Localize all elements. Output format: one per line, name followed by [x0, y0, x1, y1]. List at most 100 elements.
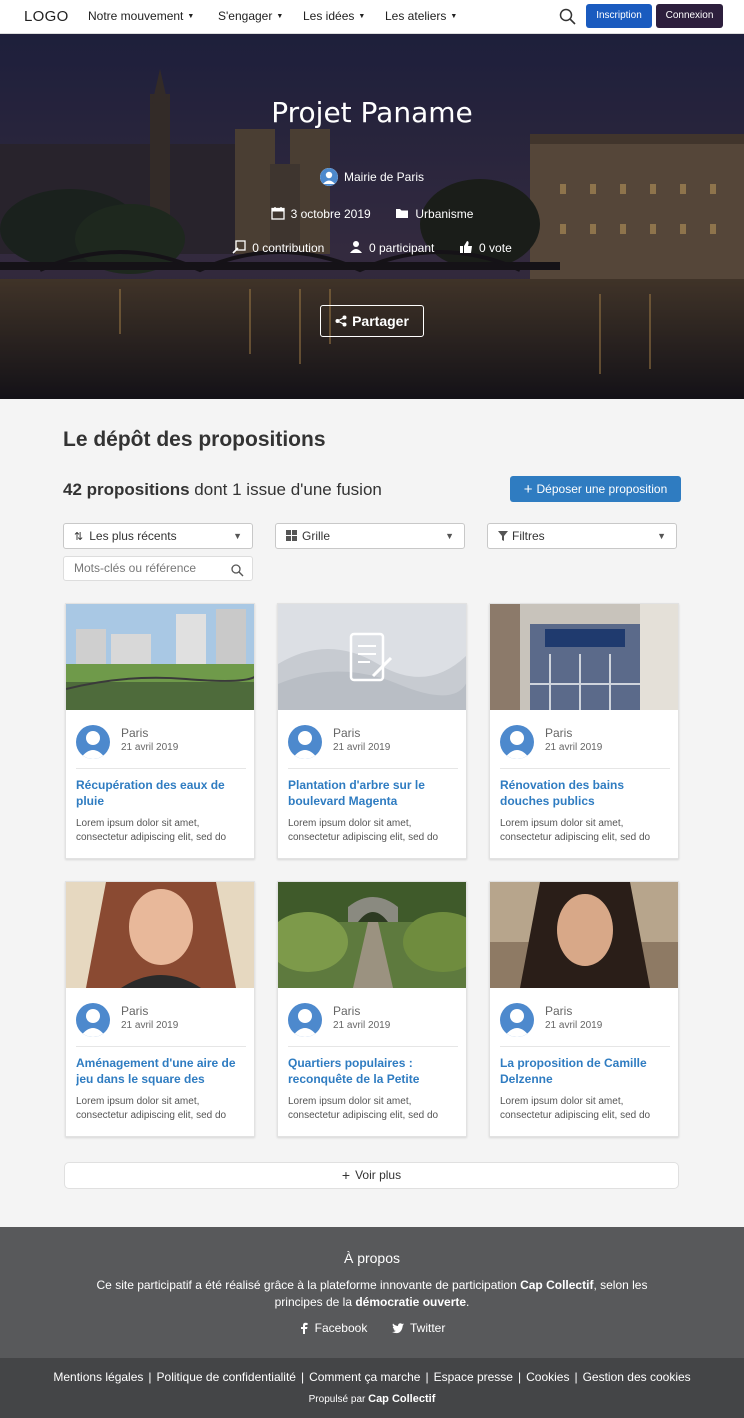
author-avatar[interactable] — [500, 1003, 534, 1037]
cap-collectif-brand-link[interactable]: Cap Collectif — [368, 1393, 435, 1405]
social-links: Facebook Twitter — [0, 1321, 744, 1335]
proposal-date: 21 avril 2019 — [121, 1020, 179, 1031]
sort-icon: ⇅ — [74, 531, 84, 543]
proposal-title[interactable]: Plantation d'arbre sur le boulevard Mage… — [288, 777, 460, 809]
proposal-title[interactable]: Rénovation des bains douches publics — [500, 777, 672, 809]
filter-icon — [498, 525, 508, 541]
footer-title: À propos — [343, 1250, 401, 1266]
proposal-location: Paris — [121, 726, 149, 740]
votes-count: 0 vote — [479, 241, 512, 255]
grid-icon — [286, 525, 297, 541]
author-avatar[interactable] — [288, 1003, 322, 1037]
project-title: Projet Paname — [271, 96, 473, 129]
user-icon — [349, 240, 363, 254]
project-meta: 3 octobre 2019 Urbanisme — [0, 206, 744, 221]
proposal-card[interactable]: Paris 21 avril 2019 Récupération des eau… — [65, 603, 255, 859]
search-input[interactable]: Mots-clés ou référence — [63, 556, 253, 581]
facebook-icon — [299, 1322, 309, 1334]
twitter-icon — [392, 1322, 405, 1334]
nav-item-les-idees[interactable]: Les idées ▼ — [303, 9, 365, 23]
folder-icon — [395, 206, 409, 220]
top-navbar: LOGO Notre mouvement ▼ S'engager ▼ Les idé… — [0, 0, 744, 34]
proposal-date: 21 avril 2019 — [333, 742, 391, 753]
cap-collectif-link[interactable]: Cap Collectif — [520, 1278, 593, 1292]
chevron-down-icon: ▼ — [657, 531, 666, 541]
proposal-card[interactable]: Paris 21 avril 2019 Rénovation des bains… — [489, 603, 679, 859]
author-avatar[interactable] — [500, 725, 534, 759]
twitter-link[interactable]: Twitter — [392, 1321, 445, 1335]
legal-link-cookie-settings[interactable]: Gestion des cookies — [583, 1370, 691, 1384]
proposal-card[interactable]: Paris 21 avril 2019 Aménagement d'une ai… — [65, 881, 255, 1137]
powered-by: Propulsé par Cap Collectif — [308, 1393, 436, 1405]
chevron-down-icon: ▼ — [445, 531, 454, 541]
author-avatar[interactable] — [76, 725, 110, 759]
proposal-image — [278, 882, 466, 988]
proposal-title[interactable]: Aménagement d'une aire de jeu dans le sq… — [76, 1055, 248, 1087]
nav-item-notre-mouvement[interactable]: Notre mouvement ▼ — [88, 9, 194, 23]
proposal-card[interactable]: Paris 21 avril 2019 La proposition de Ca… — [489, 881, 679, 1137]
caret-down-icon: ▼ — [450, 13, 458, 20]
plus-icon: + — [341, 1167, 351, 1183]
project-category[interactable]: Urbanisme — [415, 207, 473, 221]
filter-select[interactable]: Filtres ▼ — [487, 523, 677, 549]
proposal-excerpt: Lorem ipsum dolor sit amet, consectetur … — [76, 818, 227, 843]
nav-item-les-ateliers[interactable]: Les ateliers ▼ — [385, 9, 457, 23]
thumbs-up-icon — [459, 240, 473, 254]
legal-link-mentions[interactable]: Mentions légales — [53, 1370, 143, 1384]
proposal-date: 21 avril 2019 — [333, 1020, 391, 1031]
logo[interactable]: LOGO — [24, 8, 69, 25]
share-icon — [335, 315, 347, 327]
legal-link-cookies[interactable]: Cookies — [526, 1370, 569, 1384]
caret-down-icon: ▼ — [187, 13, 195, 20]
proposal-card[interactable]: Paris 21 avril 2019 Quartiers populaires… — [277, 881, 467, 1137]
author-avatar — [319, 168, 338, 186]
proposal-title[interactable]: Récupération des eaux de pluie — [76, 777, 248, 809]
see-more-button[interactable]: + Voir plus — [64, 1162, 679, 1189]
view-select[interactable]: Grille ▼ — [275, 523, 465, 549]
section-title: Le dépôt des propositions — [63, 428, 326, 451]
search-icon[interactable] — [231, 562, 244, 577]
caret-down-icon: ▼ — [276, 13, 284, 20]
proposal-title[interactable]: La proposition de Camille Delzenne — [500, 1055, 672, 1087]
proposal-location: Paris — [333, 1004, 361, 1018]
proposal-excerpt: Lorem ipsum dolor sit amet, consectetur … — [500, 1096, 651, 1121]
open-democracy-link[interactable]: démocratie ouverte — [355, 1295, 466, 1309]
nav-item-sengager[interactable]: S'engager ▼ — [218, 9, 283, 23]
proposal-card[interactable]: Paris 21 avril 2019 Plantation d'arbre s… — [277, 603, 467, 859]
caret-down-icon: ▼ — [358, 13, 366, 20]
project-stats: 0 contribution 0 participant 0 vote — [0, 240, 744, 255]
legal-bar: Mentions légales | Politique de confidenti… — [0, 1358, 744, 1418]
proposal-date: 21 avril 2019 — [121, 742, 179, 753]
chevron-down-icon: ▼ — [233, 531, 242, 541]
proposal-title[interactable]: Quartiers populaires : reconquête de la … — [288, 1055, 460, 1087]
proposal-placeholder-image — [278, 604, 466, 710]
author-avatar[interactable] — [76, 1003, 110, 1037]
legal-link-press[interactable]: Espace presse — [434, 1370, 513, 1384]
proposal-image — [66, 604, 254, 710]
proposal-location: Paris — [545, 1004, 573, 1018]
proposal-location: Paris — [121, 1004, 149, 1018]
proposal-image — [490, 882, 678, 988]
facebook-link[interactable]: Facebook — [299, 1321, 367, 1335]
proposal-image — [66, 882, 254, 988]
project-date: 3 octobre 2019 — [290, 207, 371, 221]
contributions-count: 0 contribution — [252, 241, 325, 255]
sort-select[interactable]: ⇅ Les plus récents ▼ — [63, 523, 253, 549]
footer-description: Ce site participatif a été réalisé grâce… — [96, 1278, 648, 1309]
legal-links: Mentions légales | Politique de confidenti… — [53, 1370, 691, 1384]
deposit-proposal-button[interactable]: + Déposer une proposition — [510, 476, 681, 502]
share-button[interactable]: Partager — [320, 305, 424, 337]
legal-link-privacy[interactable]: Politique de confidentialité — [157, 1370, 296, 1384]
author-avatar[interactable] — [288, 725, 322, 759]
inscription-button[interactable]: Inscription — [586, 4, 652, 28]
proposal-date: 21 avril 2019 — [545, 1020, 603, 1031]
footer: À propos Ce site participatif a été réal… — [0, 1227, 744, 1358]
connexion-button[interactable]: Connexion — [656, 4, 723, 28]
proposal-excerpt: Lorem ipsum dolor sit amet, consectetur … — [76, 1096, 227, 1121]
proposal-location: Paris — [545, 726, 573, 740]
project-author[interactable]: Mairie de Paris — [0, 168, 744, 186]
plus-icon: + — [523, 481, 533, 498]
legal-link-how-it-works[interactable]: Comment ça marche — [309, 1370, 420, 1384]
search-icon[interactable] — [559, 8, 577, 26]
proposals-count: 42 propositions dont 1 issue d'une fusio… — [63, 480, 382, 499]
